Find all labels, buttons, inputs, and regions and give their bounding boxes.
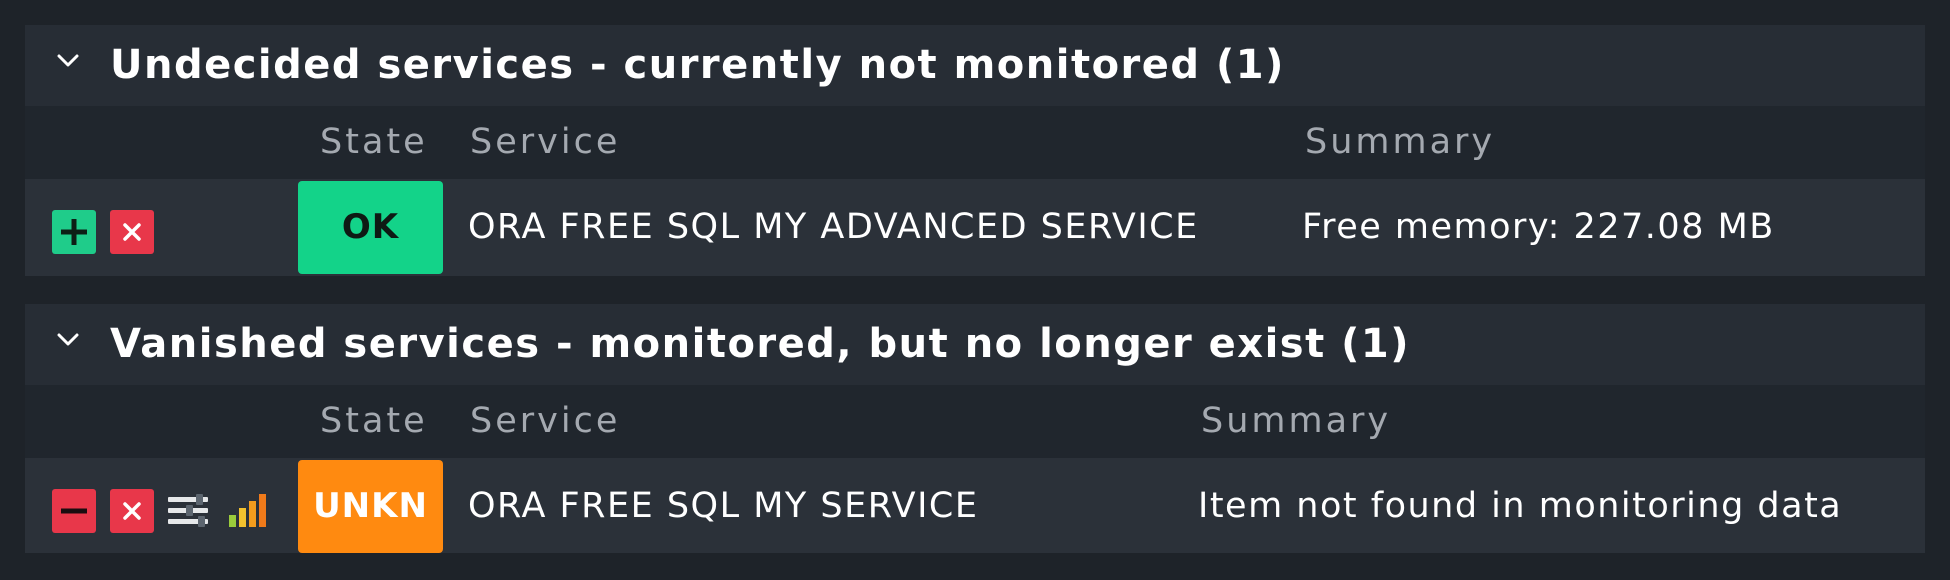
- minus-icon[interactable]: [52, 489, 96, 533]
- section-title: Undecided services - currently not monit…: [110, 42, 1285, 88]
- column-header-service[interactable]: Service: [470, 106, 620, 179]
- column-header-summary[interactable]: Summary: [1305, 106, 1495, 179]
- undecided-services-section: Undecided services - currently not monit…: [25, 25, 1925, 276]
- service-summary: Item not found in monitoring data: [1198, 486, 1843, 526]
- column-header-state[interactable]: State: [320, 106, 428, 179]
- remove-icon[interactable]: [110, 210, 154, 254]
- column-header-row: State Service Summary: [25, 106, 1925, 179]
- section-title: Vanished services - monitored, but no lo…: [110, 321, 1411, 367]
- service-name: ORA FREE SQL MY SERVICE: [468, 486, 979, 526]
- table-row: UNKN ORA FREE SQL MY SERVICE Item not fo…: [25, 458, 1925, 553]
- column-header-service[interactable]: Service: [470, 385, 620, 458]
- vanished-services-section: Vanished services - monitored, but no lo…: [25, 304, 1925, 553]
- add-icon[interactable]: [52, 210, 96, 254]
- status-badge: UNKN: [298, 460, 443, 553]
- service-summary: Free memory: 227.08 MB: [1302, 207, 1775, 247]
- chevron-down-icon[interactable]: [57, 54, 79, 68]
- column-header-row: State Service Summary: [25, 385, 1925, 458]
- chevron-down-icon[interactable]: [57, 333, 79, 347]
- status-badge: OK: [298, 181, 443, 274]
- service-name: ORA FREE SQL MY ADVANCED SERVICE: [468, 207, 1199, 247]
- undecided-section-header[interactable]: Undecided services - currently not monit…: [25, 25, 1925, 106]
- parameters-icon[interactable]: [166, 489, 210, 533]
- column-header-summary[interactable]: Summary: [1201, 385, 1391, 458]
- remove-icon[interactable]: [110, 489, 154, 533]
- vanished-section-header[interactable]: Vanished services - monitored, but no lo…: [25, 304, 1925, 385]
- graph-icon[interactable]: [225, 489, 269, 533]
- column-header-state[interactable]: State: [320, 385, 428, 458]
- table-row: OK ORA FREE SQL MY ADVANCED SERVICE Free…: [25, 179, 1925, 276]
